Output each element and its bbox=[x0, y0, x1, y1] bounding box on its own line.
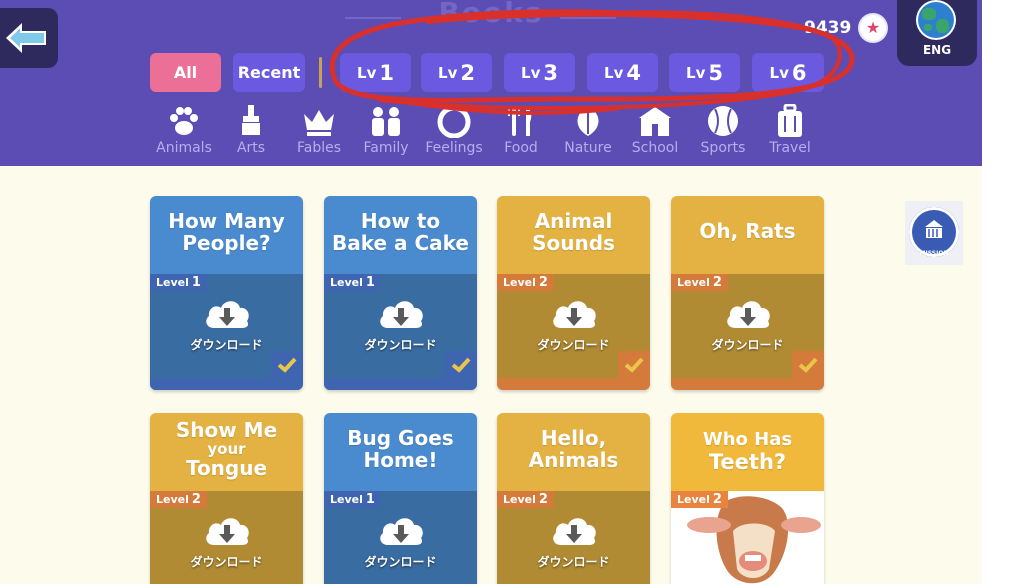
filter-divider bbox=[319, 57, 322, 88]
book-card[interactable]: How to Bake a Cake Level 1 ダウンロード bbox=[324, 196, 477, 390]
language-button[interactable]: ENG bbox=[897, 0, 977, 66]
download-overlay[interactable]: ダウンロード bbox=[671, 296, 824, 356]
checkmark-icon bbox=[624, 357, 644, 373]
book-card[interactable]: Who Has Teeth? Level 2 bbox=[671, 413, 824, 584]
book-title: Bug Goes Home! bbox=[347, 426, 454, 472]
download-overlay[interactable]: ダウンロード bbox=[497, 296, 650, 356]
cloud-download-icon bbox=[553, 301, 596, 328]
cloud-download-icon bbox=[380, 301, 423, 328]
filter-level-1-button[interactable]: Lv 1 bbox=[340, 53, 411, 92]
filter-level-2-button[interactable]: Lv 2 bbox=[421, 53, 492, 92]
language-label: ENG bbox=[922, 43, 952, 57]
book-card[interactable]: Show Me your Tongue Level 2 ダウンロード bbox=[150, 413, 303, 584]
filter-level-6-button[interactable]: Lv 6 bbox=[752, 53, 824, 92]
book-card[interactable]: Bug Goes Home! Level 1 ダウンロード bbox=[324, 413, 477, 584]
level-tag: Level 2 bbox=[671, 491, 728, 508]
cloud-download-icon bbox=[206, 518, 249, 545]
book-card[interactable]: Oh, Rats Level 2 ダウンロード bbox=[671, 196, 824, 390]
ball-icon bbox=[708, 106, 738, 136]
mission-label: MISSION bbox=[919, 250, 949, 257]
downloaded-check bbox=[445, 351, 477, 378]
level-tag: Level 1 bbox=[324, 491, 381, 508]
book-title: Hello, Animals bbox=[528, 426, 619, 472]
level-tag: Level 1 bbox=[324, 274, 381, 291]
mission-button[interactable]: MISSION bbox=[905, 201, 963, 265]
star-icon: ★ bbox=[860, 15, 886, 41]
download-overlay[interactable]: ダウンロード bbox=[497, 513, 650, 573]
level-tag: Level 1 bbox=[150, 274, 207, 291]
downloaded-check bbox=[271, 351, 303, 378]
book-title: Animal Sounds bbox=[532, 209, 615, 255]
checkmark-icon bbox=[451, 357, 471, 373]
books-screen: Books 9439 ★ ENG All Recent Lv 1 Lv 2 Lv 3 … bbox=[0, 0, 982, 584]
filter-all-button[interactable]: All bbox=[150, 53, 221, 92]
header-bar: Books 9439 ★ ENG All Recent Lv 1 Lv 2 Lv 3 … bbox=[0, 0, 982, 166]
checkmark-icon bbox=[798, 357, 818, 373]
level-tag: Level 2 bbox=[150, 491, 207, 508]
filter-recent-button[interactable]: Recent bbox=[233, 53, 305, 92]
crown-icon bbox=[304, 110, 334, 136]
card-footer bbox=[671, 378, 824, 390]
download-overlay[interactable]: ダウンロード bbox=[150, 296, 303, 356]
mission-badge-icon: MISSION bbox=[909, 207, 959, 257]
level-tag: Level 2 bbox=[497, 274, 554, 291]
downloaded-check bbox=[792, 351, 824, 378]
score-count: 9439 bbox=[804, 18, 852, 38]
book-card[interactable]: How Many People? Level 1 ダウンロード bbox=[150, 196, 303, 390]
category-travel[interactable]: Travel bbox=[755, 104, 825, 162]
school-icon bbox=[639, 107, 671, 136]
book-card[interactable]: Animal Sounds Level 2 ダウンロード bbox=[497, 196, 650, 390]
book-title: How Many People? bbox=[168, 209, 285, 255]
book-card[interactable]: Hello, Animals Level 2 ダウンロード bbox=[497, 413, 650, 584]
download-overlay[interactable]: ダウンロード bbox=[324, 296, 477, 356]
checkmark-icon bbox=[277, 357, 297, 373]
paintbrush-icon bbox=[242, 105, 260, 135]
book-title: Who Has Teeth? bbox=[702, 429, 793, 474]
cloud-download-icon bbox=[380, 518, 423, 545]
paw-icon bbox=[170, 107, 198, 135]
book-title: Show Me your Tongue bbox=[175, 418, 278, 480]
feelings-icon bbox=[437, 105, 471, 138]
card-footer bbox=[497, 378, 650, 390]
family-icon bbox=[372, 107, 400, 136]
download-label: ダウンロード bbox=[537, 555, 610, 569]
cloud-download-icon bbox=[206, 301, 249, 328]
download-overlay[interactable]: ダウンロード bbox=[150, 513, 303, 573]
book-title: Oh, Rats bbox=[699, 219, 796, 243]
cloud-download-icon bbox=[727, 301, 770, 328]
suitcase-icon bbox=[778, 104, 802, 137]
category-label: Travel bbox=[769, 140, 811, 156]
card-footer bbox=[324, 378, 477, 390]
filter-level-4-button[interactable]: Lv 4 bbox=[587, 53, 658, 92]
cloud-download-icon bbox=[553, 518, 596, 545]
download-overlay[interactable]: ダウンロード bbox=[324, 513, 477, 573]
globe-icon bbox=[918, 2, 954, 38]
level-tag: Level 2 bbox=[671, 274, 728, 291]
book-title: How to Bake a Cake bbox=[332, 209, 469, 255]
card-footer bbox=[150, 378, 303, 390]
back-arrow-icon bbox=[6, 23, 46, 53]
fork-knife-icon bbox=[508, 106, 532, 136]
leaf-icon bbox=[577, 106, 599, 136]
back-button[interactable] bbox=[0, 8, 58, 68]
downloaded-check bbox=[618, 351, 650, 378]
download-label: ダウンロード bbox=[190, 555, 263, 569]
filter-level-3-button[interactable]: Lv 3 bbox=[504, 53, 575, 92]
level-tag: Level 2 bbox=[497, 491, 554, 508]
download-label: ダウンロード bbox=[364, 555, 437, 569]
filter-level-5-button[interactable]: Lv 5 bbox=[669, 53, 740, 92]
